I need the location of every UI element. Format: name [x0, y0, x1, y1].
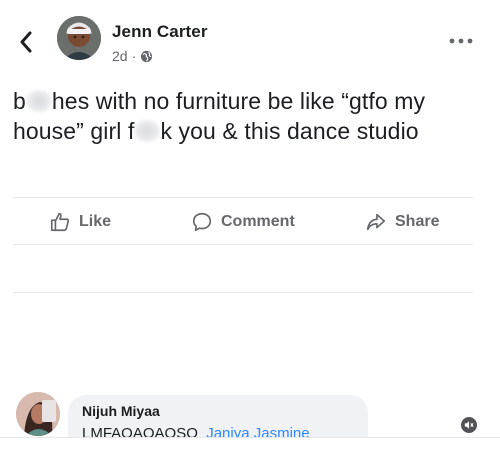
post-header: Jenn Carter 2d ·	[0, 16, 500, 68]
more-options-button[interactable]	[446, 34, 476, 48]
like-label: Like	[79, 213, 112, 230]
speech-bubble-icon	[192, 212, 212, 232]
like-button[interactable]: Like	[49, 204, 111, 240]
thumbs-up-icon	[50, 212, 70, 232]
mute-button[interactable]	[461, 417, 477, 433]
share-arrow-icon	[366, 213, 386, 231]
author-name[interactable]: Jenn Carter	[112, 22, 208, 42]
share-label: Share	[395, 213, 440, 230]
post-screen: Jenn Carter 2d · b hes with no furniture …	[0, 0, 500, 470]
post-actions: Like Comment Share	[13, 204, 473, 240]
chevron-left-icon	[20, 31, 32, 53]
post-meta: 2d ·	[112, 48, 153, 64]
post-text-part-1: b	[13, 88, 26, 114]
globe-icon	[141, 50, 153, 62]
muted-speaker-icon	[464, 421, 474, 429]
share-button[interactable]: Share	[365, 204, 439, 240]
back-button[interactable]	[14, 28, 38, 56]
bottom-area	[0, 438, 500, 470]
more-dots-icon	[449, 38, 473, 44]
comment-label: Comment	[221, 213, 295, 230]
meta-separator: ·	[131, 48, 137, 64]
divider-section	[13, 292, 473, 293]
author-avatar[interactable]	[57, 16, 101, 60]
post-time[interactable]: 2d	[112, 48, 128, 64]
censor-blur	[134, 120, 161, 142]
comment-button[interactable]: Comment	[191, 204, 295, 240]
commenter-avatar[interactable]	[16, 392, 60, 436]
censor-blur	[25, 90, 52, 112]
divider-bottom	[13, 244, 473, 245]
divider-top	[13, 197, 473, 198]
comment-author[interactable]: Nijuh Miyaa	[82, 403, 160, 419]
post-text: b hes with no furniture be like “gtfo my …	[13, 86, 483, 146]
post-text-part-3: k you & this dance studio	[160, 118, 419, 144]
